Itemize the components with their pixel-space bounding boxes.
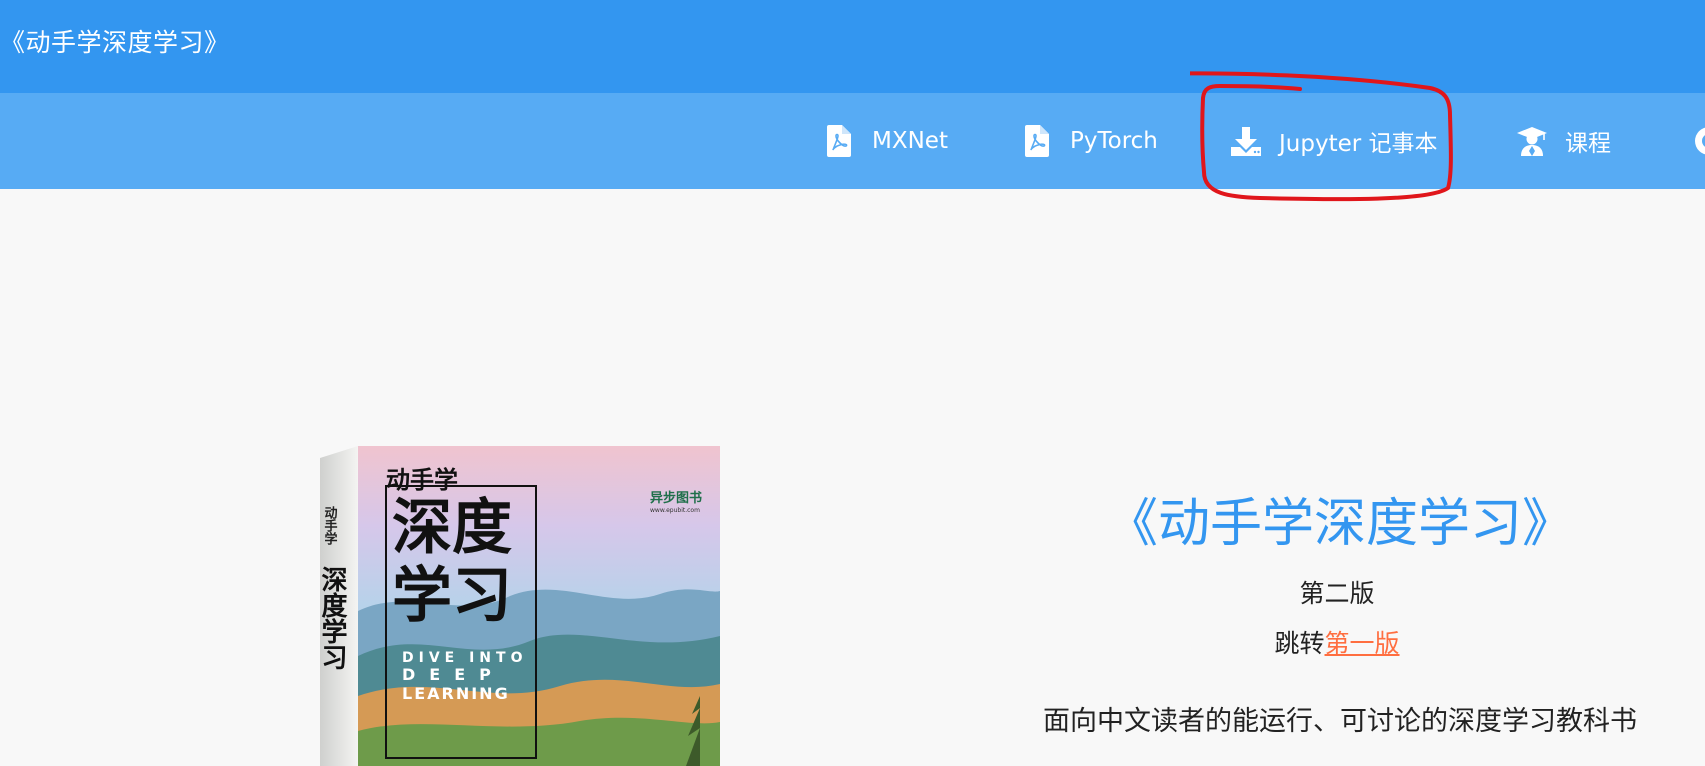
nav-label-jupyter: Jupyter 记事本 xyxy=(1279,131,1438,157)
book-title-line1: 深度 xyxy=(392,493,512,563)
jump-prefix: 跳转 xyxy=(1274,629,1325,658)
nav-item-courses[interactable]: 课程 xyxy=(1515,93,1611,189)
book-brand: 动手学 xyxy=(386,466,458,494)
book-cover-image: 动手学 深度 学习 DIVE INTO DEEP LEARNING 异步图书 w… xyxy=(320,446,720,766)
github-icon xyxy=(1692,124,1705,158)
site-header: 《动手学深度学习》 xyxy=(0,0,1705,93)
nav-item-pytorch[interactable]: PyTorch xyxy=(1020,93,1158,189)
book-spine-brand: 动手学 xyxy=(322,506,338,546)
main-content: 动手学 深度 学习 DIVE INTO DEEP LEARNING 异步图书 w… xyxy=(0,189,1705,766)
edition-label: 第二版 xyxy=(1299,579,1375,608)
hero-title: 《动手学深度学习》 xyxy=(1105,494,1574,554)
book-publisher-url: www.epubit.com xyxy=(650,507,700,514)
download-icon xyxy=(1229,124,1263,158)
site-title[interactable]: 《动手学深度学习》 xyxy=(0,26,230,60)
nav-label-mxnet: MXNet xyxy=(872,128,948,154)
nav-label-pytorch: PyTorch xyxy=(1070,128,1158,154)
nav-item-mxnet[interactable]: MXNet xyxy=(822,93,948,189)
book-english-line3: LEARNING xyxy=(402,684,510,703)
pdf-icon xyxy=(1020,124,1054,158)
nav-label-courses: 课程 xyxy=(1565,131,1611,157)
graduation-cap-icon xyxy=(1515,124,1549,158)
book-english-line1: DIVE INTO xyxy=(402,650,527,666)
nav-item-github[interactable] xyxy=(1692,93,1705,189)
tagline: 面向中文读者的能运行、可讨论的深度学习教科书 xyxy=(1043,706,1637,737)
book-title-line2: 学习 xyxy=(392,561,512,631)
nav-item-jupyter[interactable]: Jupyter 记事本 xyxy=(1229,93,1438,189)
first-edition-link[interactable]: 第一版 xyxy=(1325,629,1400,658)
book-english-line2: DEEP xyxy=(402,665,505,684)
book-publisher: 异步图书 xyxy=(650,490,702,506)
book-spine-title: 深度学习 xyxy=(320,566,347,670)
pdf-icon xyxy=(822,124,856,158)
top-navbar: MXNet PyTorch Jupyter 记事本 课程 xyxy=(0,93,1705,189)
jump-line: 跳转第一版 xyxy=(1137,624,1537,660)
